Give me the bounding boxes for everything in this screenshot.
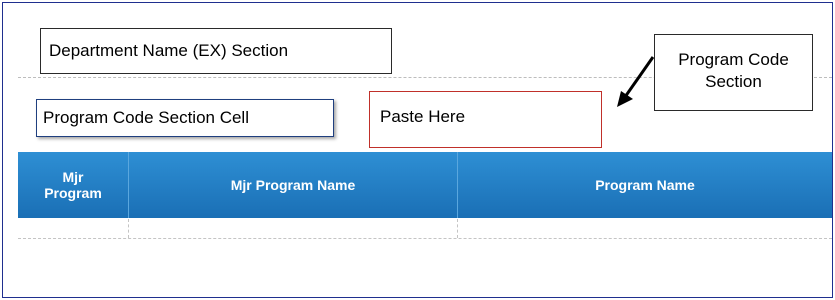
grid-frame: Department Name (EX) Section Program Cod…	[2, 2, 833, 298]
pointer-arrow-icon	[617, 56, 655, 107]
column-header-mjr-program-line1: Mjr	[62, 169, 84, 185]
table-cell-program-name[interactable]	[458, 219, 832, 238]
table-cell-mjr-program[interactable]	[18, 219, 129, 238]
column-header-program-name[interactable]: Program Name	[458, 152, 832, 218]
program-code-section-line2: Section	[705, 72, 762, 91]
table-cell-mjr-program-name[interactable]	[129, 219, 458, 238]
department-section-callout: Department Name (EX) Section	[40, 28, 392, 74]
program-code-section-line1: Program Code	[678, 50, 789, 69]
table-row[interactable]	[18, 219, 832, 239]
column-header-mjr-program-name[interactable]: Mjr Program Name	[129, 152, 458, 218]
grid-header: Mjr Program Mjr Program Name Program Nam…	[18, 152, 832, 218]
program-code-section-callout: Program Code Section	[654, 34, 813, 111]
column-header-mjr-program-line2: Program	[44, 185, 102, 201]
paste-here-callout[interactable]: Paste Here	[369, 91, 602, 148]
column-header-mjr-program[interactable]: Mjr Program	[18, 152, 129, 218]
program-code-section-cell-callout: Program Code Section Cell	[36, 99, 334, 137]
